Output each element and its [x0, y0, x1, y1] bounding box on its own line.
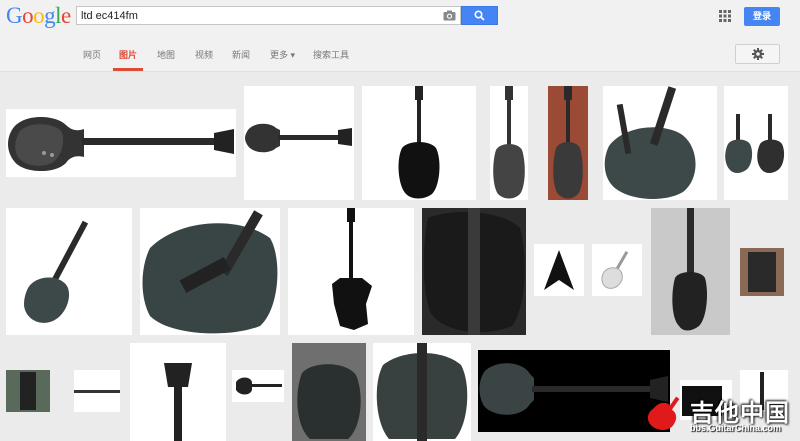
image-result[interactable]: [6, 208, 132, 335]
image-result[interactable]: [724, 86, 788, 200]
tab-videos[interactable]: 视频: [195, 48, 213, 61]
search-button[interactable]: [461, 6, 498, 25]
bass-guitar-image: [493, 86, 525, 199]
image-result[interactable]: [140, 208, 280, 335]
image-result[interactable]: [651, 208, 730, 335]
image-result[interactable]: [373, 343, 471, 441]
image-result[interactable]: [603, 86, 717, 200]
gear-icon: [751, 48, 764, 60]
bass-guitar-image: [748, 252, 776, 292]
search-box: [76, 6, 461, 25]
image-result[interactable]: [548, 86, 588, 200]
image-result[interactable]: [740, 248, 784, 296]
bass-guitar-image: [297, 364, 361, 439]
image-result[interactable]: [130, 343, 226, 441]
image-result[interactable]: [288, 208, 414, 335]
guitar-image: [236, 377, 282, 395]
guitar-logo-icon: [647, 396, 680, 430]
bass-guitar-image: [423, 208, 525, 335]
image-result[interactable]: [74, 370, 120, 412]
login-button[interactable]: 登录: [744, 7, 780, 26]
bass-guitar-image: [332, 208, 372, 330]
bass-guitar-image: [604, 86, 696, 199]
tab-web[interactable]: 网页: [83, 48, 101, 61]
guitar-image: [601, 250, 629, 289]
bass-guitar-image: [672, 208, 707, 331]
bass-guitar-image: [8, 117, 234, 172]
image-result[interactable]: [232, 370, 284, 402]
bass-guitar-image: [553, 86, 583, 199]
image-result[interactable]: [6, 370, 50, 412]
search-icon: [474, 10, 485, 21]
tab-news[interactable]: 新闻: [232, 48, 250, 61]
bass-guitar-image: [24, 220, 89, 323]
image-result[interactable]: [592, 244, 642, 296]
top-bar: Google 登录: [0, 0, 800, 34]
search-input[interactable]: [81, 7, 431, 24]
tab-maps[interactable]: 地图: [157, 48, 175, 61]
tab-images[interactable]: 图片: [119, 48, 137, 61]
google-logo[interactable]: Google: [6, 3, 71, 29]
image-result[interactable]: [6, 109, 236, 177]
bass-guitar-image: [725, 114, 785, 173]
active-tab-indicator: [113, 68, 143, 71]
bass-guitar-image: [376, 343, 468, 441]
guitar-image: [544, 250, 574, 290]
image-result[interactable]: [490, 86, 528, 200]
image-result[interactable]: [534, 244, 584, 296]
image-result[interactable]: [422, 208, 526, 335]
watermark-url: bbs.GuitarChina.com: [690, 423, 782, 433]
camera-icon[interactable]: [443, 10, 456, 21]
settings-button[interactable]: [735, 44, 780, 64]
tab-more[interactable]: 更多 ▾: [270, 48, 295, 61]
image-result[interactable]: [292, 343, 366, 441]
image-result[interactable]: [244, 86, 354, 200]
apps-grid-icon[interactable]: [719, 10, 731, 22]
bass-guitar-image: [398, 86, 440, 199]
bass-guitar-image: [74, 390, 120, 393]
bass-guitar-image: [20, 372, 36, 410]
watermark: 吉他中国 bbs.GuitarChina.com: [640, 390, 800, 441]
tab-search-tools[interactable]: 搜索工具: [313, 48, 349, 61]
image-result[interactable]: [362, 86, 476, 200]
bass-guitar-image: [164, 363, 192, 441]
bass-guitar-image: [142, 210, 278, 334]
bass-guitar-image: [245, 123, 352, 153]
